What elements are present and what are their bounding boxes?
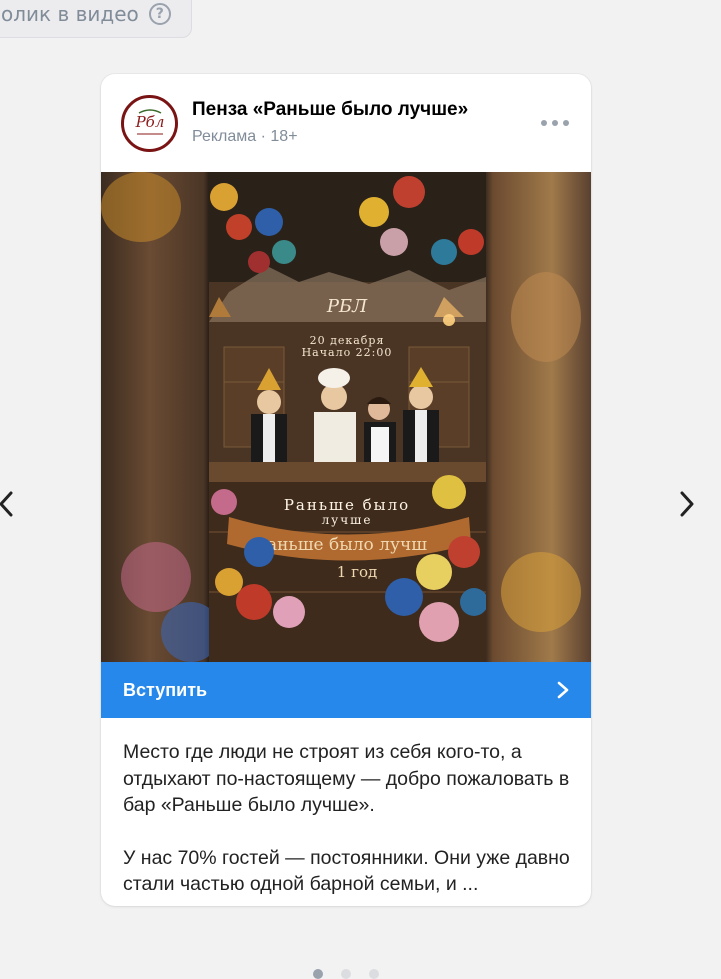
carousel-pagination [313,969,379,979]
avatar[interactable]: Рбл [121,95,178,152]
video-banner-text-2: 1 год [337,563,377,581]
ad-post-card: Рбл Пенза «Раньше было лучше» Реклама · … [101,74,591,906]
playback-hint-chip[interactable]: олик в видео ? [0,0,192,38]
post-text-paragraph[interactable]: У нас 70% гостей — постоянники. Они уже … [123,845,575,898]
post-text: Место где люди не строят из себя кого-то… [123,739,575,898]
post-header: Рбл Пенза «Раньше было лучше» Реклама · … [101,74,591,172]
carousel-prev-button[interactable] [0,488,16,520]
playback-hint-label: олик в видео [1,2,139,26]
pagination-dot[interactable] [369,969,379,979]
chevron-right-icon [680,491,694,517]
pagination-dot[interactable] [313,969,323,979]
video-time-text: Начало 22:00 [302,346,393,359]
lamp-blur [511,272,581,362]
pagination-dot[interactable] [341,969,351,979]
join-cta-button[interactable]: Вступить [101,662,591,718]
dot-icon [541,120,547,126]
balloon-blur [101,172,181,242]
join-cta-label: Вступить [123,679,208,700]
video-neon-text-2: лучше [322,513,373,527]
post-text-paragraph: Место где люди не строят из себя кого-то… [123,741,570,816]
chevron-left-icon [0,491,13,517]
balloon-blur [501,552,581,632]
video-neon-text-1: Раньше было [284,496,410,514]
help-icon[interactable]: ? [148,3,171,25]
chevron-right-icon [557,681,569,699]
post-meta: Реклама · 18+ [192,128,298,145]
bar-logo-icon: Рбл [134,108,164,134]
video-banner-text: аньше было лучш [267,535,427,555]
bar-scene-illustration: РБЛ 20 декабря Начало 22:00 Раньше было … [209,172,486,662]
video-frame: РБЛ 20 декабря Начало 22:00 Раньше было … [209,172,486,662]
dot-icon [552,120,558,126]
svg-text:Рбл: Рбл [134,113,164,131]
post-author[interactable]: Пенза «Раньше было лучше» [192,99,468,121]
video-player[interactable]: РБЛ 20 декабря Начало 22:00 Раньше было … [101,172,591,662]
balloon-blur [121,542,191,612]
video-logo-text: РБЛ [326,296,368,317]
dot-icon [563,120,569,126]
carousel-next-button[interactable] [677,488,697,520]
more-options-button[interactable] [541,114,569,132]
